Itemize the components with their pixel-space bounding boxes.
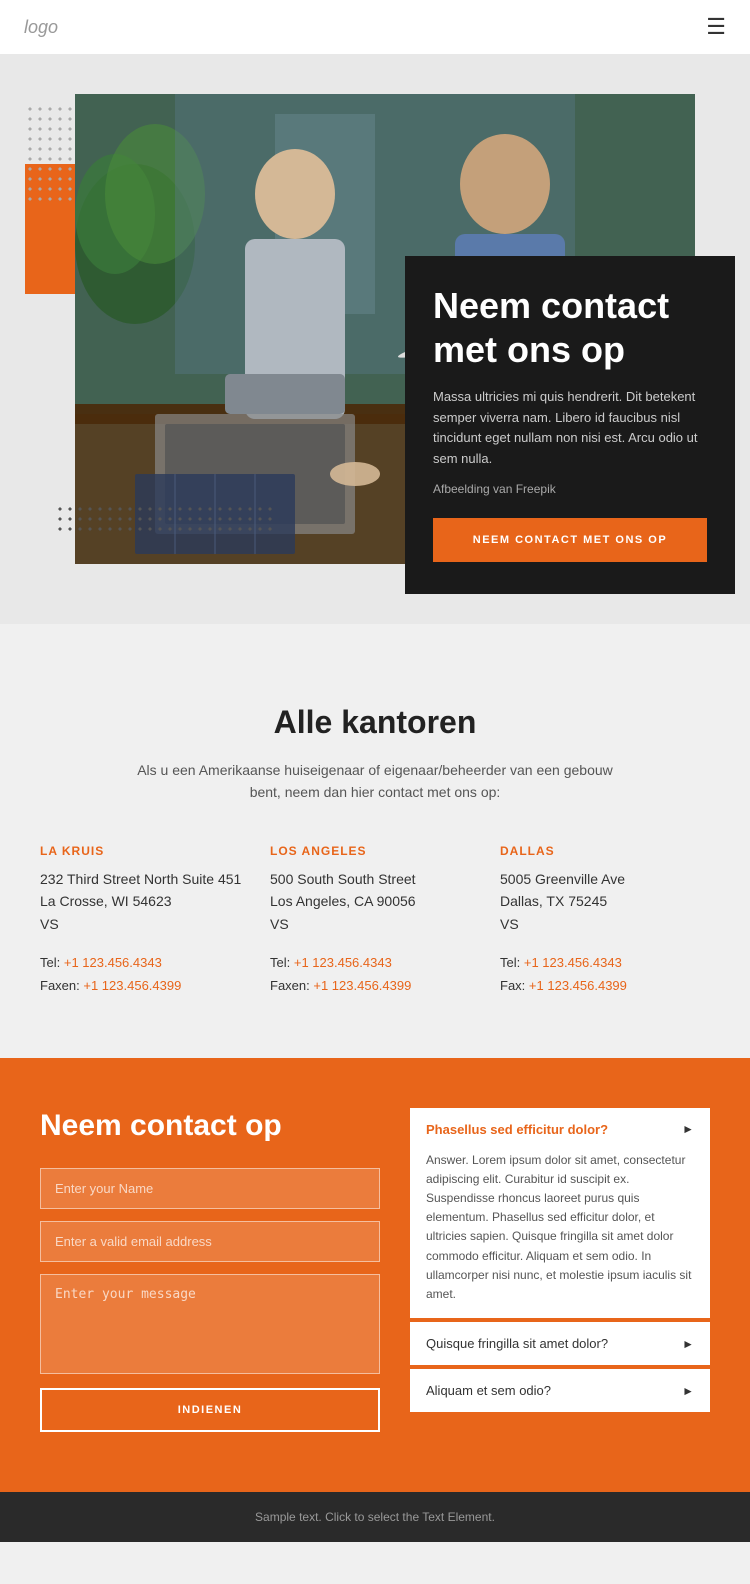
contact-title: Neem contact op [40,1108,380,1144]
logo: logo [24,17,58,38]
faq-column: Phasellus sed efficitur dolor? ► Answer.… [410,1108,710,1417]
footer-text[interactable]: Sample text. Click to select the Text El… [18,1510,732,1524]
office-contact-los-angeles: Tel: +1 123.456.4343 Faxen: +1 123.456.4… [270,951,480,998]
office-card-dallas: DALLAS 5005 Greenville AveDallas, TX 752… [500,844,710,998]
office-city-los-angeles: LOS ANGELES [270,844,480,858]
faq-item-1: Phasellus sed efficitur dolor? ► Answer.… [410,1108,710,1319]
faq-question-text-1: Phasellus sed efficitur dolor? [426,1122,608,1137]
hero-title: Neem contact met ons op [433,284,707,370]
menu-icon[interactable]: ☰ [706,14,726,40]
faq-arrow-2: ► [682,1337,694,1351]
message-textarea[interactable] [40,1274,380,1374]
submit-button[interactable]: INDIENEN [40,1388,380,1432]
offices-description: Als u een Amerikaanse huiseigenaar of ei… [125,759,625,804]
faq-arrow-1: ► [682,1122,694,1136]
hero-cta-button[interactable]: NEEM CONTACT MET ONS OP [433,518,707,562]
faq-item-2: Quisque fringilla sit amet dolor? ► [410,1322,710,1365]
footer: Sample text. Click to select the Text El… [0,1492,750,1542]
hero-credit: Afbeelding van Freepik [433,482,707,496]
contact-form-column: Neem contact op INDIENEN [40,1108,380,1432]
faq-answer-1: Answer. Lorem ipsum dolor sit amet, cons… [410,1151,710,1319]
office-contact-dallas: Tel: +1 123.456.4343 Fax: +1 123.456.439… [500,951,710,998]
office-address-la-kruis: 232 Third Street North Suite 451La Cross… [40,868,250,935]
offices-title: Alle kantoren [40,704,710,741]
hero-inner: Neem contact met ons op Massa ultricies … [35,94,715,564]
office-address-los-angeles: 500 South South StreetLos Angeles, CA 90… [270,868,480,935]
offices-section: Alle kantoren Als u een Amerikaanse huis… [0,624,750,1058]
navbar: logo ☰ [0,0,750,54]
faq-question-3[interactable]: Aliquam et sem odio? ► [410,1369,710,1412]
faq-item-3: Aliquam et sem odio? ► [410,1369,710,1412]
faq-question-1[interactable]: Phasellus sed efficitur dolor? ► [410,1108,710,1151]
office-city-la-kruis: LA KRUIS [40,844,250,858]
offices-grid: LA KRUIS 232 Third Street North Suite 45… [40,844,710,998]
faq-question-text-2: Quisque fringilla sit amet dolor? [426,1336,608,1351]
office-city-dallas: DALLAS [500,844,710,858]
office-card-la-kruis: LA KRUIS 232 Third Street North Suite 45… [40,844,250,998]
office-address-dallas: 5005 Greenville AveDallas, TX 75245VS [500,868,710,935]
office-card-los-angeles: LOS ANGELES 500 South South StreetLos An… [270,844,480,998]
faq-question-text-3: Aliquam et sem odio? [426,1383,551,1398]
dot-grid-bottom-left [55,504,275,534]
hero-section: Neem contact met ons op Massa ultricies … [0,54,750,624]
faq-question-2[interactable]: Quisque fringilla sit amet dolor? ► [410,1322,710,1365]
office-contact-la-kruis: Tel: +1 123.456.4343 Faxen: +1 123.456.4… [40,951,250,998]
hero-description: Massa ultricies mi quis hendrerit. Dit b… [433,387,707,470]
contact-section: Neem contact op INDIENEN Phasellus sed e… [0,1058,750,1492]
hero-text-box: Neem contact met ons op Massa ultricies … [405,256,735,594]
email-input[interactable] [40,1221,380,1262]
name-input[interactable] [40,1168,380,1209]
faq-arrow-3: ► [682,1384,694,1398]
